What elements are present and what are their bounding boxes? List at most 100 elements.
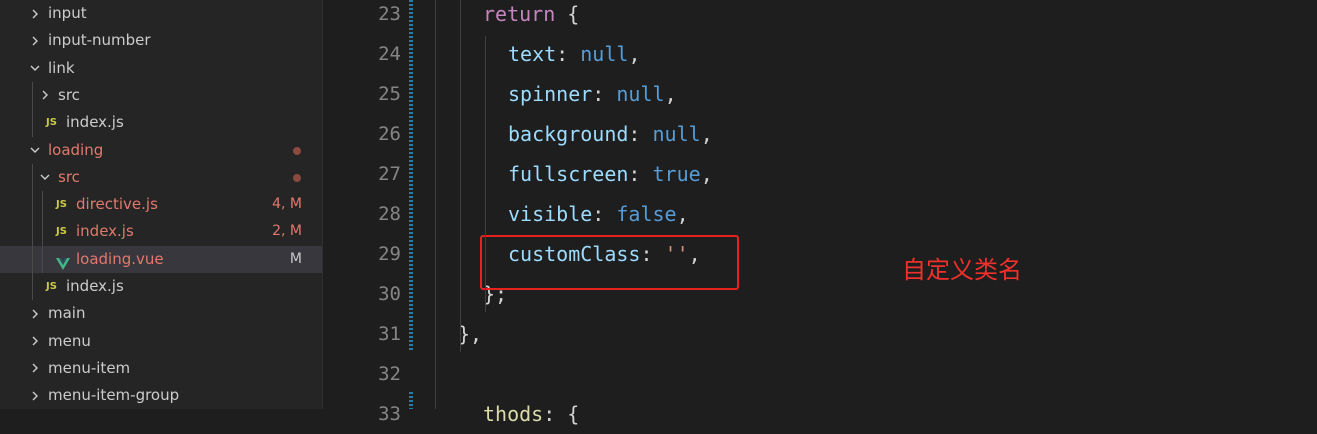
tree-indent-guide xyxy=(42,191,43,273)
code-line[interactable]: background: null, xyxy=(508,114,713,154)
folder-item[interactable]: menu-item xyxy=(0,355,322,382)
code-editor[interactable]: 23 24 25 26 27 28 29 30 31 32 33 return {text: nul… xyxy=(323,0,1317,426)
code-token: , xyxy=(700,122,713,146)
tree-indent-guide xyxy=(32,82,33,137)
code-token: null xyxy=(616,82,665,106)
chevron-down-icon[interactable] xyxy=(28,137,42,164)
code-line[interactable]: }, xyxy=(458,314,482,354)
code-line[interactable]: fullscreen: true, xyxy=(508,154,713,194)
code-token: : xyxy=(556,42,581,66)
modified-dot-icon xyxy=(293,173,301,182)
code-line[interactable]: visible: false, xyxy=(508,194,689,234)
code-token: spinner xyxy=(508,82,593,106)
js-file-icon: JS xyxy=(46,281,57,292)
code-line[interactable]: spinner: null, xyxy=(508,74,677,114)
line-number: 33 xyxy=(378,403,401,425)
tree-item-label: loading xyxy=(48,140,104,159)
code-token: : { xyxy=(543,402,580,426)
tree-item-label: menu-item xyxy=(48,358,131,377)
modified-lines-indicator xyxy=(409,0,413,352)
line-number: 32 xyxy=(378,363,401,385)
file-item[interactable]: loading.vue M xyxy=(0,245,322,273)
code-token: : xyxy=(592,82,617,106)
code-token: return xyxy=(483,2,556,26)
code-token: true xyxy=(652,162,701,186)
code-token: null xyxy=(652,122,701,146)
folder-item[interactable]: menu-item-group xyxy=(0,382,322,409)
line-number: 28 xyxy=(378,203,401,225)
folder-item[interactable]: link xyxy=(0,55,322,82)
chevron-right-icon[interactable] xyxy=(28,382,42,409)
code-token: : xyxy=(592,202,617,226)
tree-item-label: menu-item-group xyxy=(48,386,180,405)
vue-file-icon xyxy=(56,253,70,270)
tree-item-label: menu xyxy=(48,331,91,350)
tree-item-label: src xyxy=(58,85,80,104)
chevron-right-icon[interactable] xyxy=(28,328,42,355)
folder-item[interactable]: main xyxy=(0,300,322,327)
code-indent-guide xyxy=(435,0,436,409)
code-token: }, xyxy=(458,322,483,346)
annotation-label: 自定义类名 xyxy=(902,256,1022,284)
line-number: 25 xyxy=(378,83,401,105)
chevron-right-icon[interactable] xyxy=(28,0,42,27)
tree-item-label: link xyxy=(48,58,75,77)
js-file-icon: JS xyxy=(46,117,57,129)
modified-lines-indicator xyxy=(409,392,413,409)
code-line[interactable]: return { xyxy=(483,0,579,34)
chevron-right-icon[interactable] xyxy=(28,355,42,382)
code-token: , xyxy=(664,82,677,106)
code-token: , xyxy=(676,202,689,226)
tree-item-label: src xyxy=(58,167,80,186)
line-number: 26 xyxy=(378,123,401,145)
code-token: : xyxy=(628,162,653,186)
code-token: background xyxy=(508,122,629,146)
code-token: visible xyxy=(508,202,593,226)
line-number: 27 xyxy=(378,163,401,185)
folder-item[interactable]: src xyxy=(0,82,322,109)
chevron-right-icon[interactable] xyxy=(38,82,52,109)
code-token: text xyxy=(508,42,557,66)
chevron-down-icon[interactable] xyxy=(28,55,42,82)
tree-item-label: input-number xyxy=(48,31,151,50)
line-number: 29 xyxy=(378,243,401,265)
code-line[interactable]: text: null, xyxy=(508,34,640,74)
folder-item[interactable]: input xyxy=(0,0,322,27)
tree-item-label: index.js xyxy=(66,277,124,295)
line-number: 31 xyxy=(378,323,401,345)
tree-item-label: index.js xyxy=(66,113,124,132)
code-token: { xyxy=(555,2,580,26)
file-item[interactable]: JS index.js xyxy=(0,273,322,300)
tree-indent-guide xyxy=(32,164,33,300)
line-number: 24 xyxy=(378,43,401,65)
file-item[interactable]: JS index.js xyxy=(0,109,322,136)
file-item[interactable]: JS index.js 2, M xyxy=(0,218,322,245)
code-token: thods xyxy=(483,402,544,426)
git-status-badge: M xyxy=(289,250,302,267)
chevron-down-icon[interactable] xyxy=(38,164,52,191)
code-indent-guide xyxy=(485,36,486,312)
folder-item[interactable]: src xyxy=(0,164,322,191)
code-token: , xyxy=(700,162,713,186)
code-token: : xyxy=(628,122,653,146)
folder-item[interactable]: loading xyxy=(0,137,322,164)
folder-item[interactable]: menu xyxy=(0,328,322,355)
tree-item-label: input xyxy=(48,4,87,22)
line-number: 30 xyxy=(378,283,401,305)
file-explorer: input input-number link src JS index.js loadin… xyxy=(0,0,322,409)
git-status-badge: 4, M xyxy=(272,196,302,213)
tree-item-label: main xyxy=(48,304,86,323)
line-number: 23 xyxy=(378,3,401,25)
chevron-right-icon[interactable] xyxy=(28,27,42,54)
chevron-right-icon[interactable] xyxy=(28,300,42,327)
js-file-icon: JS xyxy=(56,199,67,211)
code-indent-guide xyxy=(460,0,461,352)
js-file-icon: JS xyxy=(56,226,67,238)
modified-dot-icon xyxy=(293,146,301,155)
code-line[interactable]: thods: { xyxy=(483,394,579,434)
code-token: , xyxy=(628,42,641,66)
folder-item[interactable]: input-number xyxy=(0,27,322,54)
file-item[interactable]: JS directive.js 4, M xyxy=(0,191,322,218)
tree-item-label: loading.vue xyxy=(76,249,164,268)
tree-item-label: index.js xyxy=(76,222,134,241)
